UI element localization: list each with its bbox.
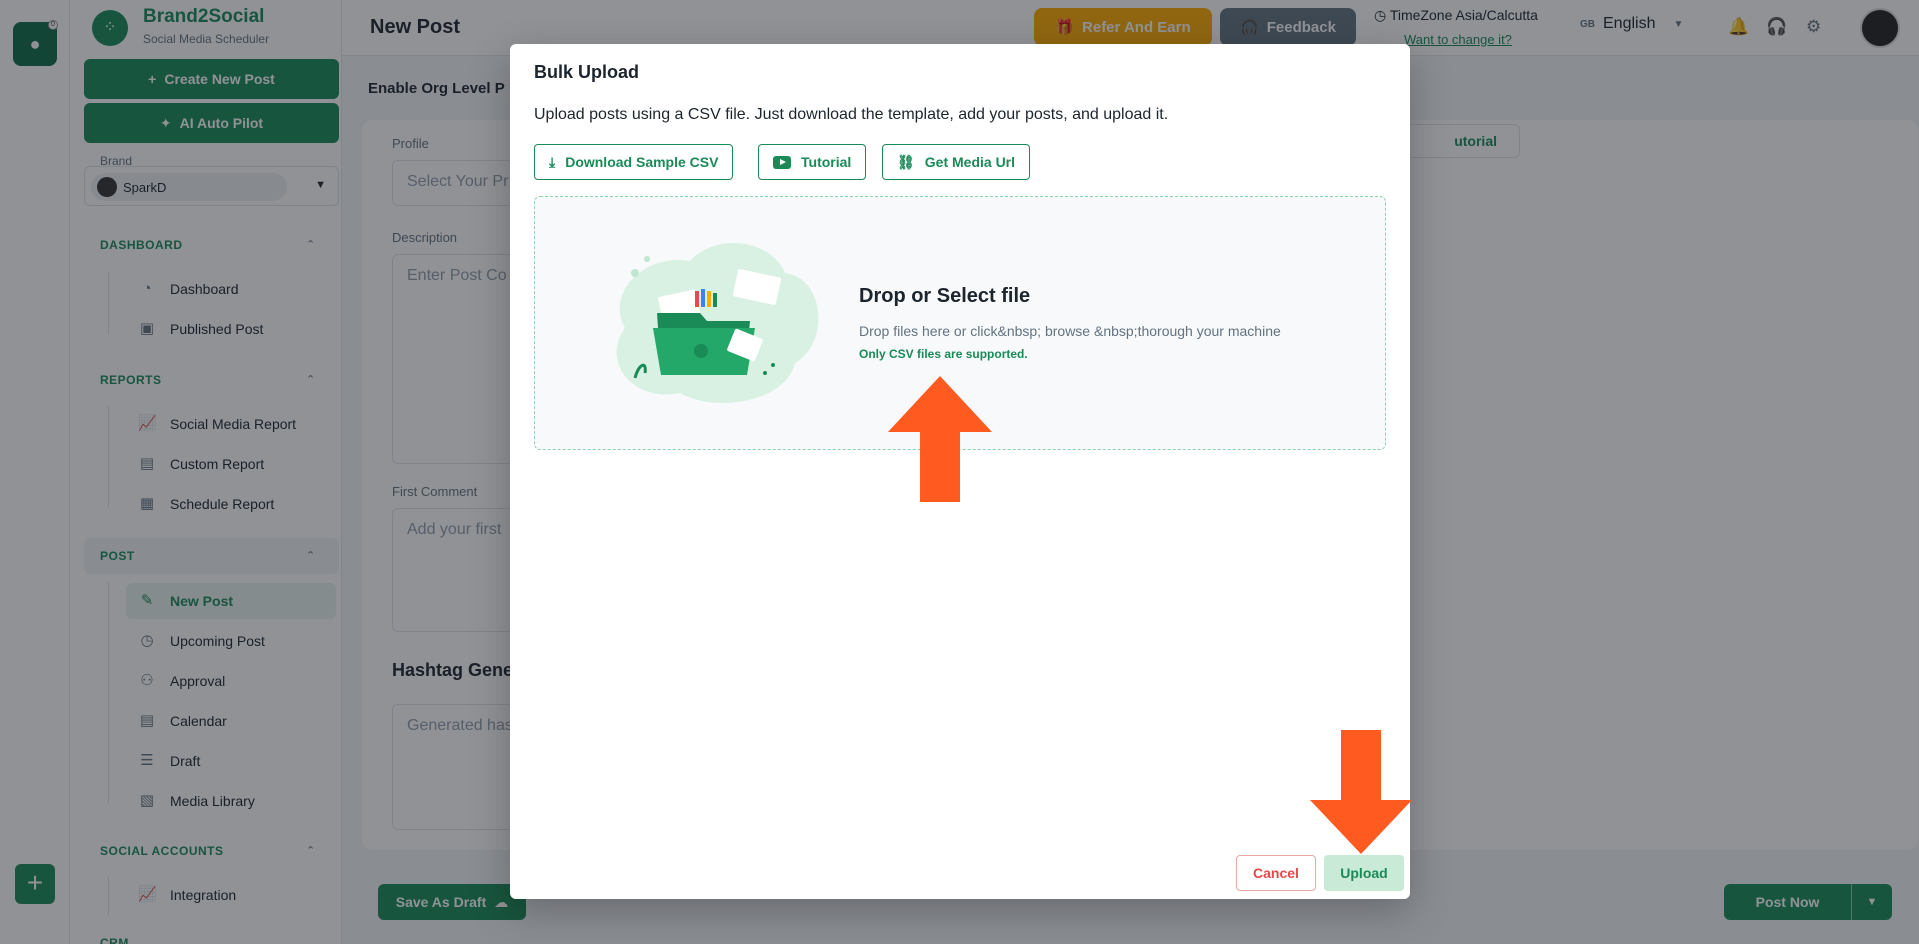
modal-description: Upload posts using a CSV file. Just down… bbox=[534, 106, 1169, 123]
link-icon: ⛓ bbox=[897, 153, 915, 170]
dropzone-note: Only CSV files are supported. bbox=[859, 347, 1028, 361]
dropzone-title: Drop or Select file bbox=[859, 285, 1031, 307]
folder-illustration-icon bbox=[616, 242, 819, 403]
download-icon: ⤓ bbox=[549, 153, 556, 170]
cancel-button[interactable]: Cancel bbox=[1236, 855, 1316, 891]
upload-button[interactable]: Upload bbox=[1324, 855, 1404, 891]
download-sample-csv-button[interactable]: ⤓ Download Sample CSV bbox=[534, 144, 734, 180]
youtube-icon bbox=[773, 155, 791, 169]
annotation-arrow-up-icon bbox=[888, 376, 992, 502]
annotation-arrow-down-icon bbox=[1310, 730, 1412, 854]
get-media-url-button[interactable]: ⛓ Get Media Url bbox=[882, 144, 1031, 180]
tutorial-button[interactable]: Tutorial bbox=[758, 144, 867, 180]
dropzone-subtitle: Drop files here or click&nbsp; browse &n… bbox=[859, 323, 1281, 339]
modal-title: Bulk Upload bbox=[534, 62, 640, 82]
